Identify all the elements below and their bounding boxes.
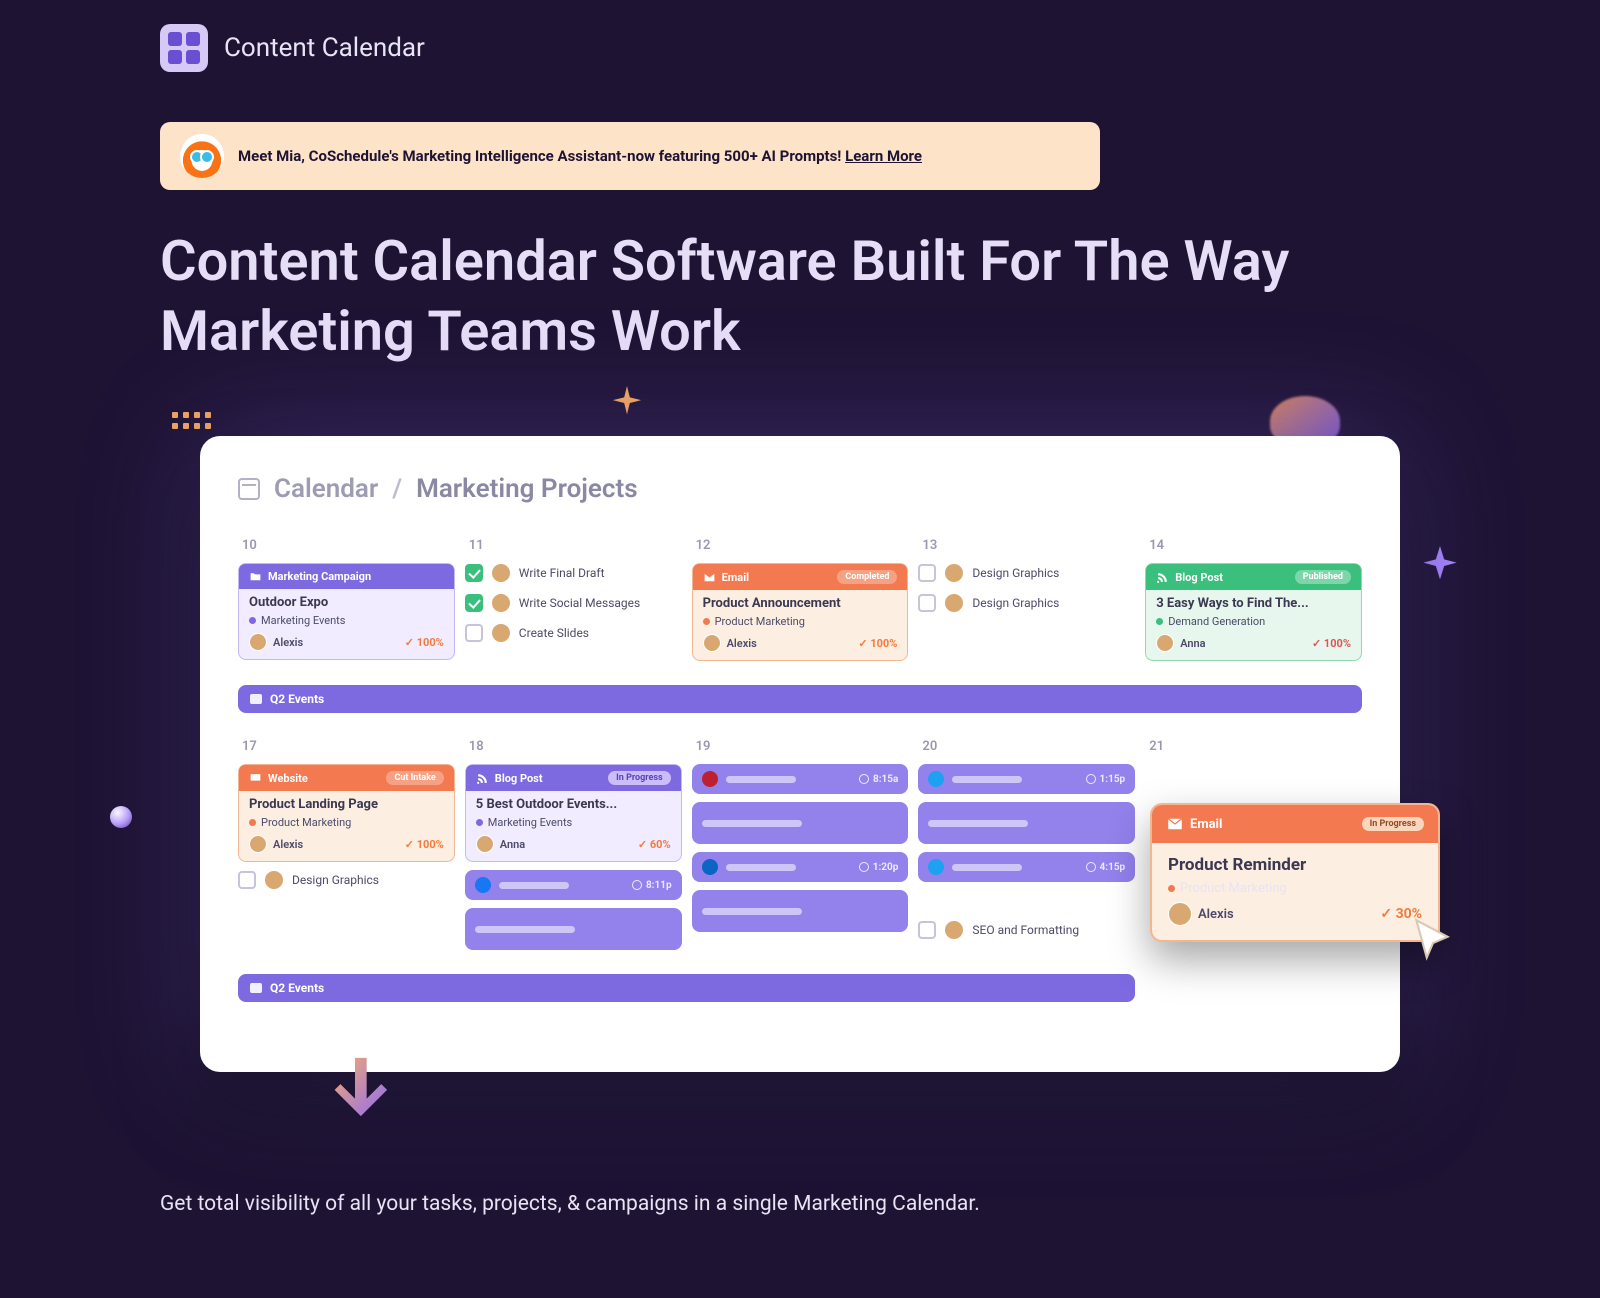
checkbox-icon[interactable]	[465, 624, 483, 642]
card-blog-post-2[interactable]: Blog PostIn Progress 5 Best Outdoor Even…	[465, 764, 682, 862]
banner-text: Meet Mia, CoSchedule's Marketing Intelli…	[238, 147, 922, 165]
twitter-icon	[928, 859, 944, 875]
breadcrumb-current[interactable]: Marketing Projects	[416, 474, 637, 504]
avatar	[703, 634, 721, 652]
task-row[interactable]: Create Slides	[465, 623, 682, 643]
avatar	[1168, 902, 1192, 926]
avatar	[249, 633, 267, 651]
rss-icon	[476, 772, 489, 785]
day-number: 13	[918, 532, 1135, 563]
clock-icon	[632, 880, 642, 890]
task-row[interactable]: Design Graphics	[918, 593, 1135, 613]
announcement-banner[interactable]: Meet Mia, CoSchedule's Marketing Intelli…	[160, 122, 1100, 190]
card-blog-post[interactable]: Blog PostPublished 3 Easy Ways to Find T…	[1145, 563, 1362, 661]
avatar	[249, 835, 267, 853]
status-pill: Published	[1295, 570, 1351, 584]
calendar-icon	[238, 478, 260, 500]
tagline: Get total visibility of all your tasks, …	[160, 1192, 1440, 1216]
checkbox-icon[interactable]	[918, 564, 936, 582]
day-number: 12	[692, 532, 909, 563]
header: Content Calendar	[160, 24, 1440, 72]
pinterest-icon	[702, 771, 718, 787]
status-pill: In Progress	[608, 771, 670, 785]
mia-avatar-icon	[180, 134, 224, 178]
card-email[interactable]: EmailCompleted Product Announcement Prod…	[692, 563, 909, 661]
confetti-icon	[172, 412, 211, 429]
twitter-icon	[928, 771, 944, 787]
day-number: 21	[1145, 733, 1362, 764]
checkbox-icon[interactable]	[465, 564, 483, 582]
clock-icon	[859, 774, 869, 784]
avatar	[264, 870, 284, 890]
day-number: 14	[1145, 532, 1362, 563]
clock-icon	[1086, 862, 1096, 872]
social-tile-linkedin[interactable]: 1:20p	[692, 852, 909, 882]
day-number: 19	[692, 733, 909, 764]
day-number: 11	[465, 532, 682, 563]
avatar	[491, 563, 511, 583]
checkbox-icon[interactable]	[238, 871, 256, 889]
orb-icon	[110, 806, 132, 828]
calendar-screenshot: Calendar / Marketing Projects 10 Marketi…	[200, 436, 1400, 1072]
monitor-icon	[249, 772, 262, 785]
day-number: 10	[238, 532, 455, 563]
linkedin-icon	[702, 859, 718, 875]
social-tile-pinterest[interactable]: 8:15a	[692, 764, 909, 794]
card-email-highlight[interactable]: EmailIn Progress Product Reminder Produc…	[1150, 803, 1440, 942]
social-tile[interactable]	[692, 802, 909, 844]
lane-bar[interactable]: Q2 Events	[238, 685, 1362, 713]
task-row[interactable]: SEO and Formatting	[918, 920, 1135, 940]
lane-bar[interactable]: Q2 Events	[238, 974, 1135, 1002]
avatar	[476, 835, 494, 853]
day-number: 18	[465, 733, 682, 764]
social-tile[interactable]	[465, 908, 682, 950]
star-icon	[1420, 546, 1460, 586]
checkbox-icon[interactable]	[465, 594, 483, 612]
logo-grid-icon	[160, 24, 208, 72]
clock-icon	[1086, 774, 1096, 784]
avatar	[944, 920, 964, 940]
card-marketing-campaign[interactable]: Marketing Campaign Outdoor Expo Marketin…	[238, 563, 455, 660]
card-website[interactable]: WebsiteCut Intake Product Landing Page P…	[238, 764, 455, 862]
clock-icon	[859, 862, 869, 872]
learn-more-link[interactable]: Learn More	[845, 147, 922, 165]
day-number: 17	[238, 733, 455, 764]
cursor-icon	[1408, 916, 1458, 970]
hero-heading: Content Calendar Software Built For The …	[160, 226, 1440, 366]
day-number: 20	[918, 733, 1135, 764]
checkbox-icon[interactable]	[918, 921, 936, 939]
social-tile-twitter[interactable]: 4:15p	[918, 852, 1135, 882]
folder-icon	[250, 694, 262, 704]
avatar	[491, 623, 511, 643]
avatar	[491, 593, 511, 613]
breadcrumb: Calendar / Marketing Projects	[238, 474, 1362, 504]
social-tile[interactable]	[918, 802, 1135, 844]
sparkle-icon	[610, 386, 644, 420]
breadcrumb-root[interactable]: Calendar	[274, 474, 378, 504]
avatar	[944, 563, 964, 583]
task-row[interactable]: Design Graphics	[238, 870, 455, 890]
social-tile-fb[interactable]: 8:11p	[465, 870, 682, 900]
mail-icon	[703, 571, 716, 584]
avatar	[1156, 634, 1174, 652]
social-tile-twitter[interactable]: 1:15p	[918, 764, 1135, 794]
checkbox-icon[interactable]	[918, 594, 936, 612]
task-row[interactable]: Write Social Messages	[465, 593, 682, 613]
status-pill: In Progress	[1362, 817, 1424, 831]
task-row[interactable]: Design Graphics	[918, 563, 1135, 583]
folder-icon	[250, 983, 262, 993]
folder-icon	[249, 570, 262, 583]
facebook-icon	[475, 877, 491, 893]
status-pill: Cut Intake	[386, 771, 443, 785]
avatar	[944, 593, 964, 613]
product-name: Content Calendar	[224, 33, 425, 63]
status-pill: Completed	[837, 570, 897, 584]
rss-icon	[1156, 571, 1169, 584]
mail-icon	[1166, 815, 1184, 833]
social-tile[interactable]	[692, 890, 909, 932]
task-row[interactable]: Write Final Draft	[465, 563, 682, 583]
